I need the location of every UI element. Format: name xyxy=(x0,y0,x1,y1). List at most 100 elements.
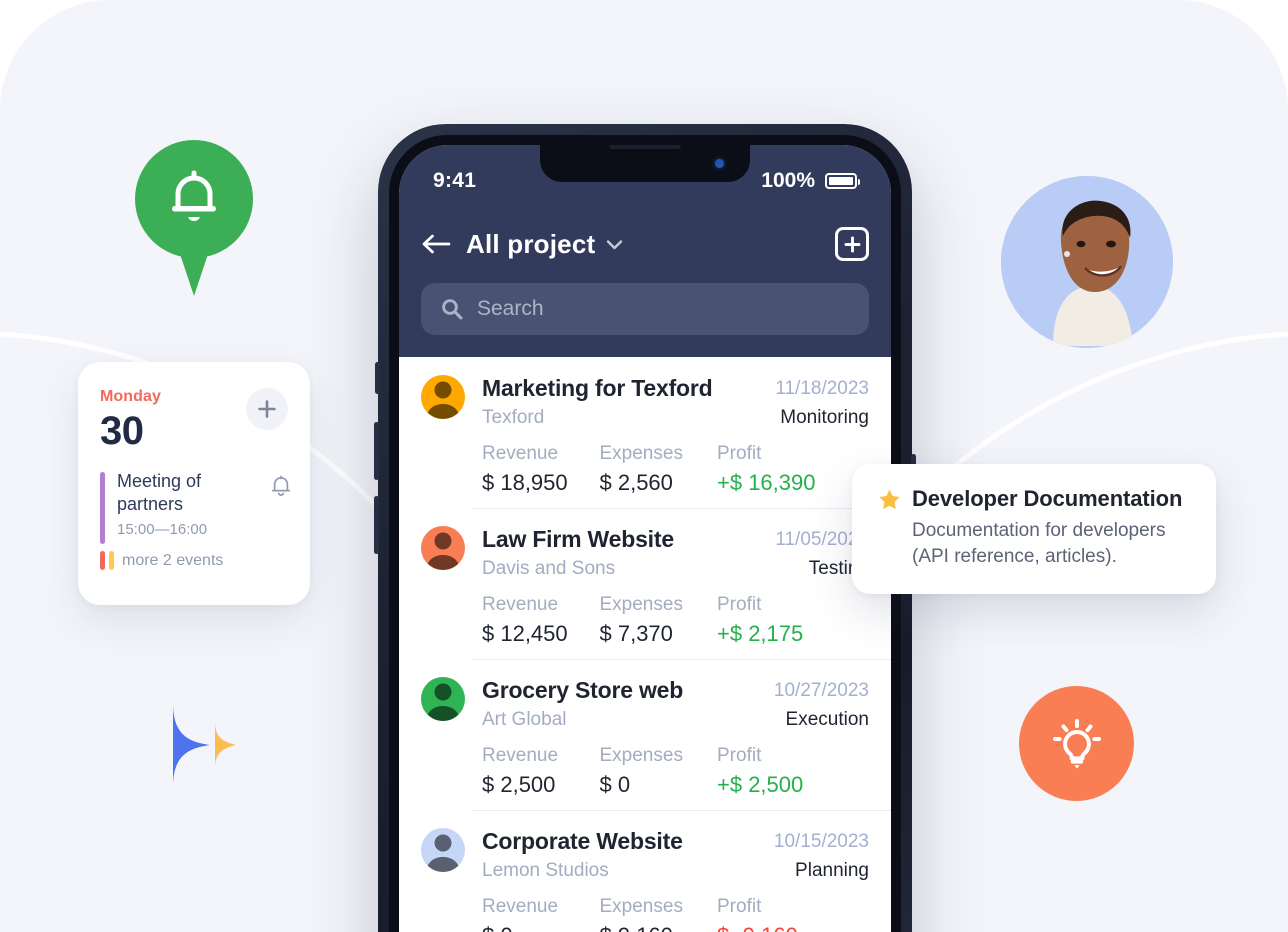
avatar-image xyxy=(426,532,460,570)
phone-bezel: 9:41 100% All project Search Marketing f… xyxy=(389,135,901,932)
tooltip-line-1: Documentation for developers xyxy=(912,520,1166,541)
project-metrics: Revenue $ 2,500 Expenses $ 0 Profit +$ 2,500 xyxy=(421,745,869,798)
metric-value-expenses: $ 0 xyxy=(599,772,631,797)
avatar xyxy=(421,375,465,419)
tooltip-header: Developer Documentation xyxy=(878,486,1190,512)
star-icon xyxy=(879,489,900,509)
bell-icon xyxy=(172,170,216,221)
metric-expenses: Expenses $ 2,560 xyxy=(600,443,718,496)
metric-value-expenses: $ 2,560 xyxy=(599,470,673,495)
metric-profit: Profit +$ 2,500 xyxy=(717,745,869,798)
metric-profit: Profit +$ 2,175 xyxy=(717,594,869,647)
avatar xyxy=(421,526,465,570)
app-header: All project Search xyxy=(399,219,891,357)
search-placeholder: Search xyxy=(477,297,544,320)
metric-value-expenses: $ 9,160 xyxy=(600,923,718,932)
project-client: Texford xyxy=(482,407,545,428)
metric-revenue: Revenue $ 18,950 xyxy=(482,443,600,496)
table-row[interactable]: Marketing for Texford Texford 11/18/2023 Mo… xyxy=(399,357,891,508)
idea-badge xyxy=(1019,686,1134,801)
phone-mute-switch[interactable] xyxy=(375,362,380,394)
metric-label-expenses: Expenses xyxy=(599,594,683,615)
page-container: Monday 30 Meeting of partners 15:00—16:0… xyxy=(0,0,1288,932)
project-filter-dropdown[interactable] xyxy=(606,239,623,250)
metric-value-profit: +$ 16,390 xyxy=(717,470,816,495)
metric-label-revenue: Revenue xyxy=(482,594,559,615)
sparkle-logo xyxy=(168,700,248,790)
metric-revenue: Revenue $ 2,500 xyxy=(482,745,600,798)
calendar-widget[interactable]: Monday 30 Meeting of partners 15:00—16:0… xyxy=(78,362,310,605)
table-row[interactable]: Law Firm Website Davis and Sons 11/05/2023… xyxy=(399,508,891,659)
metric-label-expenses: Expenses xyxy=(599,443,683,464)
status-time: 9:41 xyxy=(433,169,477,192)
project-metrics: Revenue $ 18,950 Expenses $ 2,560 Profit +$ 1… xyxy=(421,443,869,496)
project-list: Marketing for Texford Texford 11/18/2023 Mo… xyxy=(399,357,891,932)
metric-value-profit: +$ 2,175 xyxy=(717,621,804,646)
sparkle-icon xyxy=(173,703,236,787)
metric-value-revenue: $ 18,950 xyxy=(482,470,568,495)
metric-label-expenses: Expenses xyxy=(599,896,683,917)
avatar-image xyxy=(426,683,460,721)
project-client: Art Global xyxy=(482,709,567,730)
chevron-down-icon xyxy=(607,239,623,249)
table-row[interactable]: Grocery Store web Art Global 10/27/2023 Exe… xyxy=(399,659,891,810)
lightbulb-icon xyxy=(1052,718,1101,769)
metric-revenue: Revenue $ 0 xyxy=(482,896,600,932)
search-input[interactable]: Search xyxy=(421,283,869,335)
project-date: 10/27/2023 xyxy=(773,680,869,701)
calendar-add-event-button[interactable] xyxy=(246,388,288,430)
status-battery-percent: 100% xyxy=(761,169,815,192)
back-button[interactable] xyxy=(421,233,459,255)
project-name: Law Firm Website xyxy=(482,526,674,552)
earpiece-speaker xyxy=(609,145,681,149)
phone-notch xyxy=(540,145,750,182)
more-events-label: more 2 events xyxy=(122,551,224,569)
event-title: Meeting of partners xyxy=(117,471,202,514)
project-client: Davis and Sons xyxy=(482,558,616,579)
metric-label-revenue: Revenue xyxy=(482,896,559,917)
tooltip-line-2: (API reference, articles). xyxy=(912,546,1117,567)
metric-revenue: Revenue $ 12,450 xyxy=(482,594,600,647)
metric-label-profit: Profit xyxy=(717,594,762,615)
calendar-more-events[interactable]: more 2 events xyxy=(100,551,288,570)
tooltip-description: Documentation for developers (API refere… xyxy=(878,518,1190,570)
metric-label-profit: Profit xyxy=(717,745,762,766)
app-toolbar: All project xyxy=(421,219,869,269)
add-project-button[interactable] xyxy=(835,227,869,261)
metric-value-profit: +$ 2,500 xyxy=(717,772,804,797)
project-name: Corporate Website xyxy=(482,828,683,854)
row-meta: 10/15/2023 Planning xyxy=(764,828,869,882)
status-badge: Monitoring xyxy=(780,407,869,428)
row-main: Corporate Website Lemon Studios xyxy=(482,828,764,882)
project-client: Lemon Studios xyxy=(482,860,609,881)
tick-red xyxy=(100,551,105,570)
row-main: Law Firm Website Davis and Sons xyxy=(482,526,765,580)
metric-profit: Profit $ -9,160 xyxy=(717,896,869,932)
woman-portrait-image xyxy=(1001,176,1173,348)
calendar-event[interactable]: Meeting of partners 15:00—16:00 xyxy=(100,470,291,544)
notification-pin-badge xyxy=(135,140,253,296)
status-badge: Execution xyxy=(785,709,869,730)
metric-label-revenue: Revenue xyxy=(482,443,559,464)
project-date: 10/15/2023 xyxy=(773,831,869,852)
metric-label-profit: Profit xyxy=(717,896,762,917)
event-time: 15:00—16:00 xyxy=(117,521,208,538)
search-icon xyxy=(442,299,463,320)
table-row[interactable]: Corporate Website Lemon Studios 10/15/2023… xyxy=(399,810,891,932)
metric-value-expenses: $ 7,370 xyxy=(599,621,673,646)
battery-icon xyxy=(825,173,860,189)
metric-label-revenue: Revenue xyxy=(482,745,559,766)
event-reminder-button[interactable] xyxy=(270,474,292,503)
metric-label-profit: Profit xyxy=(717,443,762,464)
project-metrics: Revenue $ 0 Expenses $ 9,160 Profit $ -9,160 xyxy=(421,896,869,932)
row-top: Grocery Store web Art Global 10/27/2023 Exe… xyxy=(421,677,869,731)
project-name: Grocery Store web xyxy=(482,677,684,703)
phone-volume-up-button[interactable] xyxy=(374,422,379,480)
phone-volume-down-button[interactable] xyxy=(374,496,379,554)
metric-profit: Profit +$ 16,390 xyxy=(717,443,869,496)
avatar xyxy=(421,828,465,872)
status-bar: 9:41 100% xyxy=(399,145,891,219)
tooltip-card: Developer Documentation Documentation fo… xyxy=(852,464,1216,594)
phone-screen: 9:41 100% All project Search Marketing f… xyxy=(399,145,891,932)
row-main: Grocery Store web Art Global xyxy=(482,677,764,731)
